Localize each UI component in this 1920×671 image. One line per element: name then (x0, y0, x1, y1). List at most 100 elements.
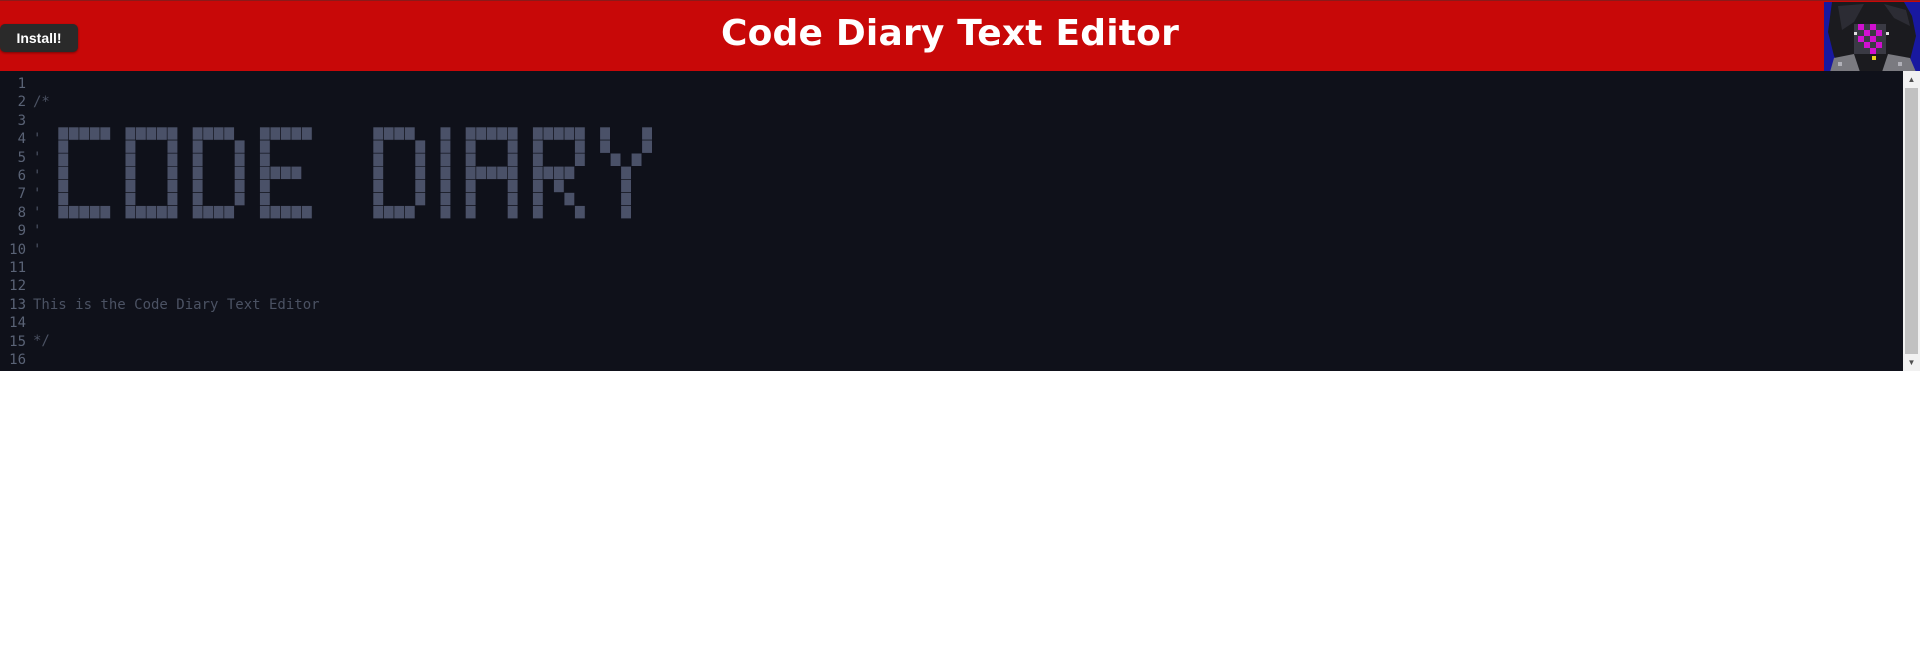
ascii-art-cell (641, 127, 653, 141)
code-editor[interactable]: 1 2 3 4 5 6 7 8 9 10 11 12 13 14 15 16 /… (0, 71, 1920, 371)
ascii-art-cell (532, 192, 544, 206)
ascii-art-cell (507, 179, 519, 193)
ascii-art-cell (414, 165, 426, 180)
ascii-art-cell (301, 127, 313, 141)
ascii-art-cell (553, 179, 565, 193)
ascii-art-cell (192, 179, 204, 193)
ascii-art-cell (630, 152, 643, 167)
ascii-art-cell (620, 192, 632, 206)
ascii-art-cell (192, 127, 204, 141)
ascii-art-cell (465, 192, 477, 206)
code-line[interactable] (33, 351, 320, 369)
ascii-art-cell (234, 165, 246, 180)
ascii-art-cell (372, 165, 384, 180)
page-title: Code Diary Text Editor (720, 13, 1180, 54)
ascii-art-cell (372, 179, 384, 193)
code-line[interactable]: This is the Code Diary Text Editor (33, 296, 320, 314)
ascii-art-cell (223, 127, 235, 141)
ascii-art-cell (563, 127, 575, 141)
ascii-art-cell (269, 127, 281, 141)
ascii-art-cell (439, 152, 452, 167)
ascii-art-cell (574, 205, 586, 219)
ascii-art-cell (124, 205, 136, 219)
ascii-art-cell (192, 165, 204, 180)
code-line[interactable]: /* (33, 93, 320, 111)
line-number: 16 (9, 352, 26, 369)
ascii-art-cell (563, 165, 575, 180)
ascii-art-cell (439, 205, 452, 219)
scroll-down-arrow-icon[interactable]: ▼ (1903, 354, 1920, 371)
ascii-art-cell (439, 179, 452, 193)
ascii-art-cell (124, 139, 136, 154)
code-line[interactable] (33, 75, 320, 93)
code-line[interactable] (33, 259, 320, 277)
ascii-art-cell (439, 165, 452, 180)
ascii-art-cell (574, 152, 586, 167)
ascii-art-cell (620, 205, 632, 219)
ascii-art-cell (414, 139, 426, 154)
ascii-art-cell (280, 205, 292, 219)
ascii-art-cell (532, 205, 544, 219)
ascii-art-cell (166, 139, 178, 154)
ascii-art-cell (145, 205, 157, 219)
pixel-avatar-icon (1824, 2, 1920, 72)
ascii-art-cell (372, 192, 384, 206)
ascii-art-cell (124, 192, 136, 206)
ascii-art-cell (213, 205, 225, 219)
ascii-art-cell (99, 205, 111, 219)
ascii-art-cell (599, 127, 611, 141)
ascii-art-cell (192, 192, 204, 206)
ascii-art-cell (542, 165, 554, 180)
ascii-art-cell (290, 127, 302, 141)
line-number: 10 (9, 241, 26, 258)
ascii-art-cell (372, 139, 384, 154)
ascii-art-cell (234, 152, 246, 167)
ascii-art-cell (465, 205, 477, 219)
ascii-art-cell (465, 127, 477, 141)
ascii-art-cell (532, 179, 544, 193)
app-header: Install! Code Diary Text Editor (0, 0, 1920, 72)
ascii-art-cell (532, 165, 544, 180)
code-line[interactable] (33, 314, 320, 332)
ascii-art-cell (68, 127, 80, 141)
ascii-art-cell (135, 127, 147, 141)
ascii-art-cell (192, 139, 204, 154)
ascii-art-cell (290, 165, 302, 180)
code-line[interactable]: ' (33, 241, 320, 259)
line-number: 4 (17, 131, 26, 148)
ascii-art-cell (166, 179, 178, 193)
ascii-art-cell (574, 127, 586, 141)
code-line[interactable] (33, 277, 320, 295)
line-number: 8 (17, 204, 26, 221)
ascii-art-cell (465, 165, 477, 180)
ascii-art-cell (620, 165, 632, 180)
ascii-art-cell (532, 152, 544, 167)
ascii-art-cell (439, 127, 452, 141)
line-number: 13 (9, 296, 26, 313)
ascii-art-cell (166, 152, 178, 167)
ascii-art-cell (58, 165, 69, 180)
ascii-art-cell (58, 205, 69, 219)
ascii-art-cell (89, 127, 101, 141)
ascii-art-cell (609, 152, 622, 167)
ascii-art-cell (383, 205, 395, 219)
ascii-art-cell (404, 127, 416, 141)
code-line[interactable]: */ (33, 332, 320, 350)
ascii-art-cell (58, 139, 69, 154)
ascii-art-cell (234, 192, 246, 206)
scroll-up-arrow-icon[interactable]: ▲ (1903, 71, 1920, 88)
ascii-art-cell (507, 165, 519, 180)
ascii-art-cell (439, 192, 452, 206)
ascii-art-cell (404, 205, 416, 219)
ascii-art-cell (213, 127, 225, 141)
ascii-art-cell (475, 165, 487, 180)
ascii-art-cell (553, 127, 565, 141)
ascii-art-cell (156, 205, 168, 219)
line-number: 2 (17, 94, 26, 111)
ascii-art-cell (414, 179, 426, 193)
ascii-art-cell (563, 192, 575, 206)
ascii-art-cell (166, 165, 178, 180)
scrollbar-thumb[interactable] (1905, 88, 1918, 354)
vertical-scrollbar[interactable]: ▲ ▼ (1903, 71, 1920, 371)
ascii-art-cell (465, 139, 477, 154)
